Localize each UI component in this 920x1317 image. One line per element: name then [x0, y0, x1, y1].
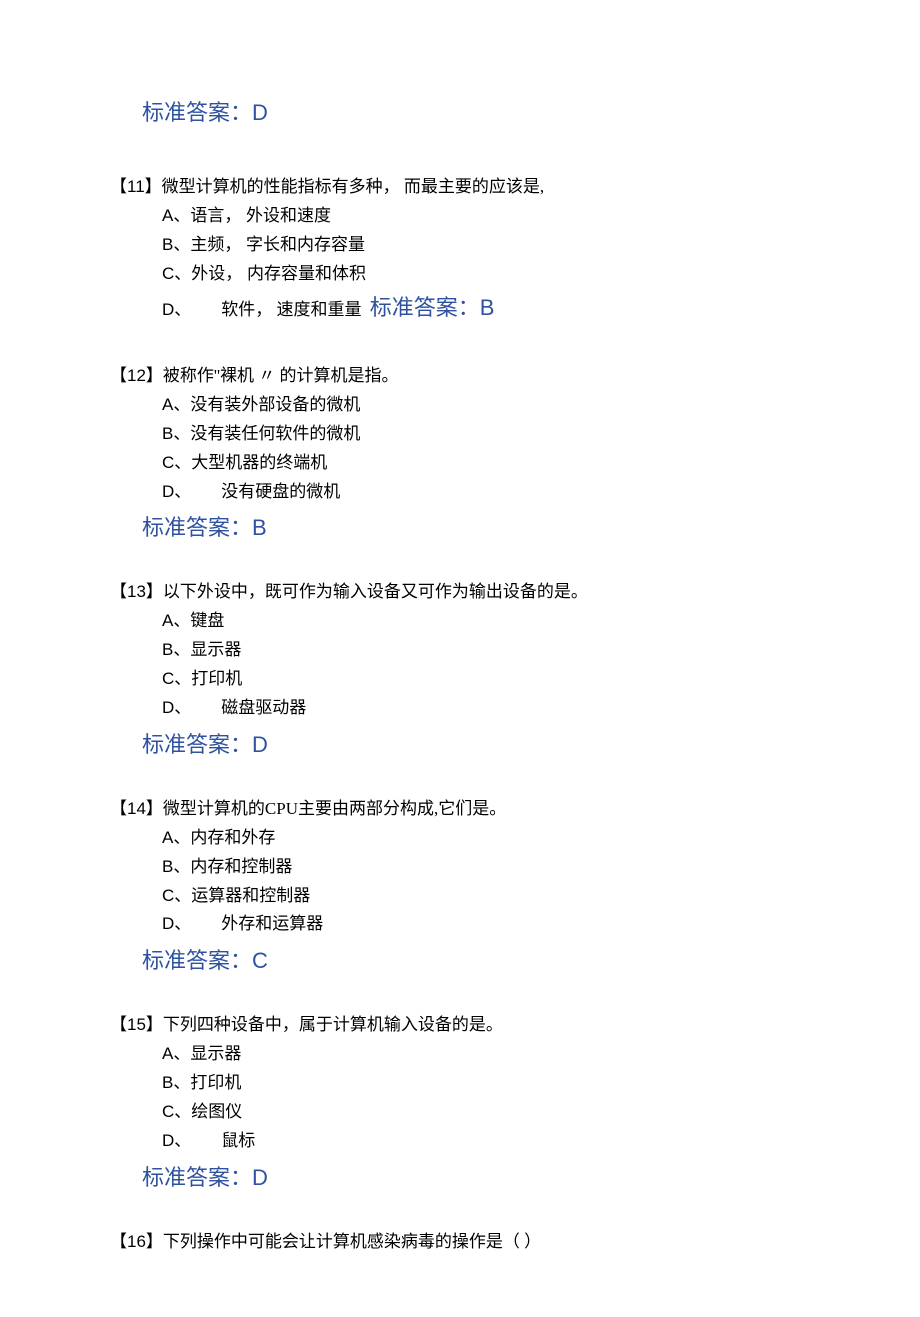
option-text: 软件， 速度和重量: [221, 300, 361, 319]
answer-letter: B: [252, 515, 267, 540]
option-letter: D、: [162, 698, 191, 717]
question-stem: 下列操作中可能会让计算机感染病毒的操作是（ ）: [163, 1232, 541, 1251]
document-page: 标准答案：D 【11】微型计算机的性能指标有多种， 而最主要的应该是, A、语言…: [0, 0, 920, 1317]
answer-label: 标准答案：: [142, 1165, 252, 1190]
answer: 标准答案：B: [142, 510, 810, 542]
question-14: 【14】微型计算机的CPU主要由两部分构成,它们是。 A、内存和外存 B、内存和…: [110, 795, 810, 975]
answer-label: 标准答案：: [142, 100, 252, 125]
question-11: 【11】微型计算机的性能指标有多种， 而最主要的应该是, A、语言， 外设和速度…: [110, 173, 810, 326]
question-16: 【16】下列操作中可能会让计算机感染病毒的操作是（ ）: [110, 1228, 810, 1257]
option-letter: D、: [162, 482, 191, 501]
answer: 标准答案：C: [142, 943, 810, 975]
question-text: 【13】以下外设中，既可作为输入设备又可作为输出设备的是。: [110, 578, 810, 607]
option-b: B、没有装任何软件的微机: [162, 420, 810, 449]
question-number: 【11】: [110, 177, 162, 196]
option-b: B、打印机: [162, 1069, 810, 1098]
question-number: 【15】: [110, 1015, 163, 1034]
option-c: C、外设， 内存容量和体积: [162, 260, 810, 289]
question-number: 【16】: [110, 1232, 163, 1251]
answer: 标准答案：D: [142, 727, 810, 759]
answer-letter: C: [252, 948, 268, 973]
option-text: 磁盘驱动器: [221, 698, 306, 717]
answer-letter: D: [252, 1165, 268, 1190]
answer-label: 标准答案：: [142, 948, 252, 973]
option-a: A、语言， 外设和速度: [162, 202, 810, 231]
option-a: A、键盘: [162, 607, 810, 636]
question-text: 【11】微型计算机的性能指标有多种， 而最主要的应该是,: [110, 173, 810, 202]
option-text: 没有硬盘的微机: [221, 482, 340, 501]
option-c: C、绘图仪: [162, 1098, 810, 1127]
option-d: D、 磁盘驱动器: [162, 694, 810, 723]
answer-label: 标准答案：: [142, 515, 252, 540]
question-15: 【15】下列四种设备中，属于计算机输入设备的是。 A、显示器 B、打印机 C、绘…: [110, 1011, 810, 1191]
question-number: 【13】: [110, 582, 163, 601]
option-a: A、没有装外部设备的微机: [162, 391, 810, 420]
answer-letter: D: [252, 100, 268, 125]
option-d: D、 外存和运算器: [162, 910, 810, 939]
option-a: A、显示器: [162, 1040, 810, 1069]
question-12: 【12】被称作''裸机 〃 的计算机是指。 A、没有装外部设备的微机 B、没有装…: [110, 362, 810, 542]
option-c: C、运算器和控制器: [162, 882, 810, 911]
option-c: C、大型机器的终端机: [162, 449, 810, 478]
question-stem: 被称作''裸机 〃 的计算机是指。: [163, 366, 399, 385]
option-letter: D、: [162, 914, 191, 933]
question-text: 【14】微型计算机的CPU主要由两部分构成,它们是。: [110, 795, 810, 824]
option-d: D、 软件， 速度和重量 标准答案：B: [162, 289, 810, 326]
option-b: B、主频， 字长和内存容量: [162, 231, 810, 260]
question-stem: 以下外设中，既可作为输入设备又可作为输出设备的是。: [163, 582, 588, 601]
question-13: 【13】以下外设中，既可作为输入设备又可作为输出设备的是。 A、键盘 B、显示器…: [110, 578, 810, 758]
option-a: A、内存和外存: [162, 824, 810, 853]
option-b: B、显示器: [162, 636, 810, 665]
answer-inline: 标准答案：B: [370, 295, 495, 320]
answer-label: 标准答案：: [370, 295, 480, 320]
question-text: 【12】被称作''裸机 〃 的计算机是指。: [110, 362, 810, 391]
answer-letter: B: [480, 295, 495, 320]
option-letter: D、: [162, 300, 191, 319]
option-text: 鼠标: [221, 1131, 255, 1150]
answer-label: 标准答案：: [142, 732, 252, 757]
question-number: 【14】: [110, 799, 163, 818]
answer-letter: D: [252, 732, 268, 757]
question-text: 【15】下列四种设备中，属于计算机输入设备的是。: [110, 1011, 810, 1040]
option-letter: D、: [162, 1131, 191, 1150]
question-stem: 微型计算机的性能指标有多种， 而最主要的应该是,: [162, 177, 545, 196]
option-d: D、 鼠标: [162, 1127, 810, 1156]
option-c: C、打印机: [162, 665, 810, 694]
question-number: 【12】: [110, 366, 163, 385]
answer: 标准答案：D: [142, 1160, 810, 1192]
option-text: 外存和运算器: [221, 914, 323, 933]
answer-top: 标准答案：D: [142, 95, 810, 127]
question-stem: 下列四种设备中，属于计算机输入设备的是。: [163, 1015, 503, 1034]
option-d: D、 没有硬盘的微机: [162, 478, 810, 507]
question-stem: 微型计算机的CPU主要由两部分构成,它们是。: [163, 799, 506, 818]
option-b: B、内存和控制器: [162, 853, 810, 882]
